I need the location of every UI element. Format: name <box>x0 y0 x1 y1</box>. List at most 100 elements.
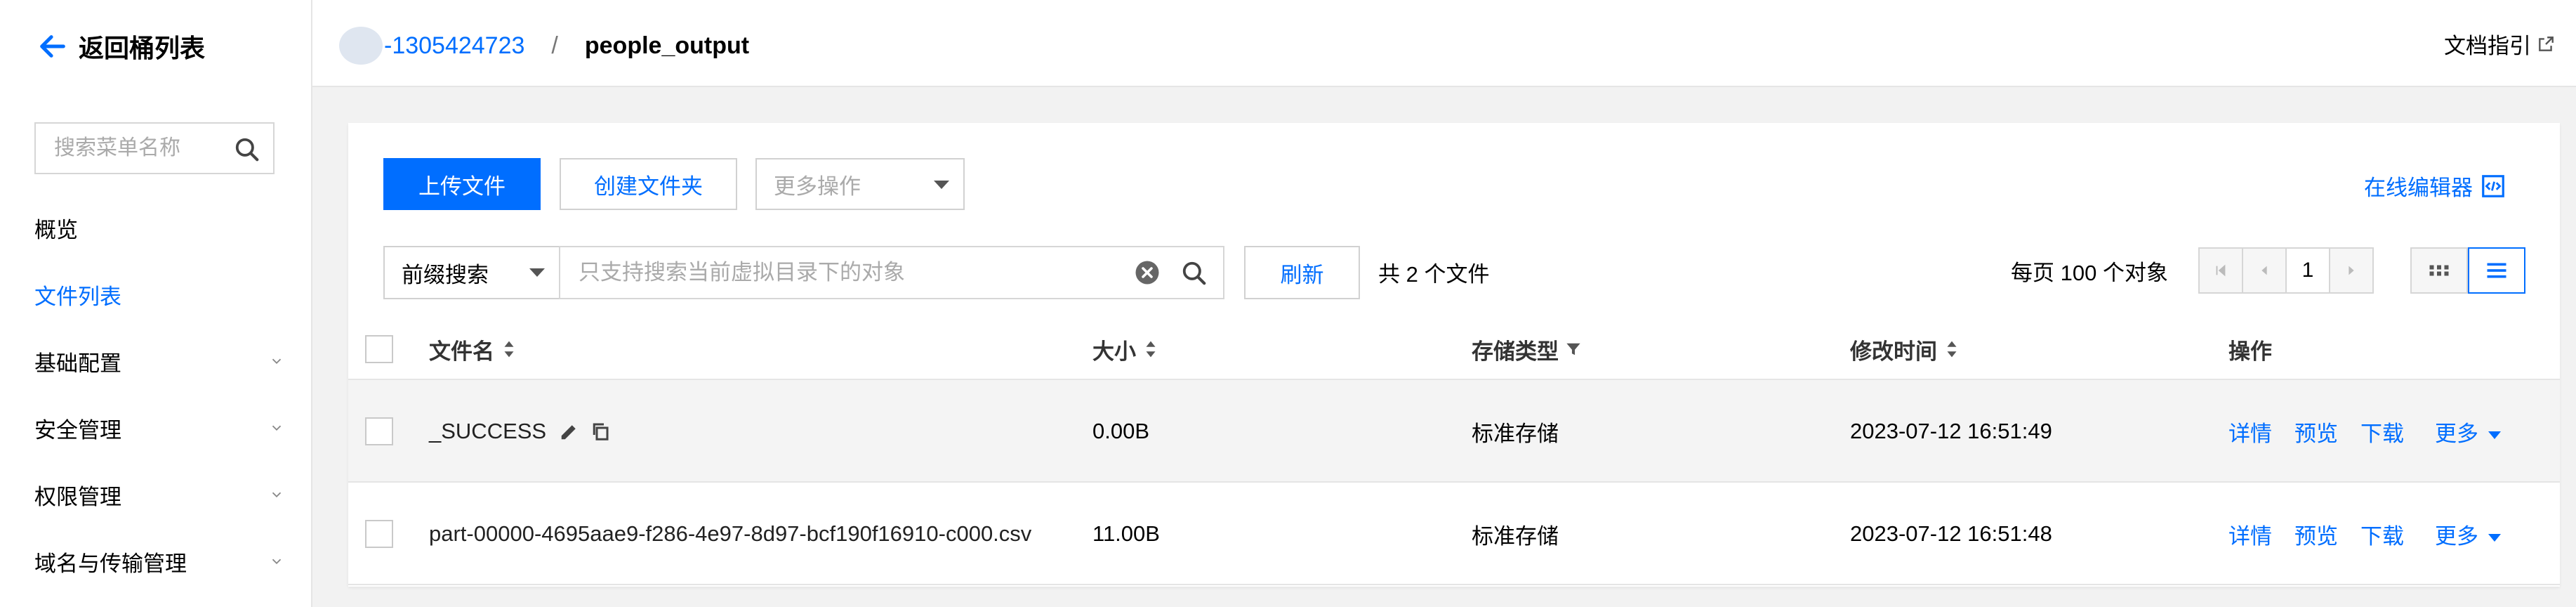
menu-search-input[interactable] <box>53 136 231 161</box>
search-mode-dropdown[interactable]: 前缀搜索 <box>383 246 560 299</box>
prev-page-button[interactable] <box>2243 249 2287 292</box>
column-header-label: 文件名 <box>429 339 494 364</box>
clear-icon[interactable] <box>1135 260 1160 285</box>
sidebar-item-label: 文件列表 <box>34 284 121 309</box>
column-header-storage[interactable]: 存储类型 <box>1472 318 1581 380</box>
online-editor-link[interactable]: 在线编辑器 <box>2364 170 2506 202</box>
grid-view-button[interactable] <box>2410 247 2468 294</box>
search-mode-label: 前缀搜索 <box>402 262 489 287</box>
copy-icon[interactable] <box>590 421 611 442</box>
file-name[interactable]: part-00000-4695aae9-f286-4e97-8d97-bcf19… <box>429 521 1031 547</box>
first-page-icon <box>2216 264 2226 277</box>
next-page-button[interactable] <box>2329 249 2372 292</box>
sort-icon <box>504 341 514 358</box>
file-name-cell: part-00000-4695aae9-f286-4e97-8d97-bcf19… <box>429 483 1031 585</box>
sidebar-item-permissions[interactable]: 权限管理 <box>34 474 284 516</box>
sidebar-item-label: 基础配置 <box>34 351 121 376</box>
sidebar-item-file-list[interactable]: 文件列表 <box>34 273 284 315</box>
back-to-bucket-list-button[interactable]: 返回桶列表 <box>37 28 205 65</box>
breadcrumb-bucket-link[interactable]: -1305424723 <box>384 32 524 60</box>
table-row[interactable]: part-00000-4695aae9-f286-4e97-8d97-bcf19… <box>348 483 2560 585</box>
filter-icon <box>1566 343 1580 355</box>
modified-time-cell: 2023-07-12 16:51:48 <box>1850 521 2052 546</box>
search-icon[interactable] <box>234 136 260 163</box>
pagination: 1 <box>2198 247 2374 294</box>
column-header-name[interactable]: 文件名 <box>429 318 517 380</box>
more-actions-link[interactable]: 更多 <box>2435 416 2501 448</box>
sidebar-item-label: 安全管理 <box>34 417 121 443</box>
chevron-down-icon <box>934 181 949 189</box>
chevron-down-icon <box>2488 431 2501 439</box>
back-label: 返回桶列表 <box>79 34 206 63</box>
select-all-checkbox[interactable] <box>365 335 393 363</box>
more-label: 更多 <box>2435 421 2478 446</box>
detail-link[interactable]: 详情 <box>2228 518 2272 550</box>
more-actions-link[interactable]: 更多 <box>2435 518 2501 550</box>
breadcrumb-current: people_output <box>584 32 750 59</box>
sidebar-item-overview[interactable]: 概览 <box>34 207 284 249</box>
detail-link[interactable]: 详情 <box>2228 416 2272 448</box>
more-actions-dropdown[interactable]: 更多操作 <box>755 158 965 210</box>
sidebar: 返回桶列表 概览 文件列表 基础配置 安全管理 权限管理 域名与传输管理 <box>0 0 312 607</box>
table-row[interactable]: _SUCCESS 0.00B 标准存储 2023-07-12 16:51:49 … <box>348 380 2560 483</box>
upload-file-button[interactable]: 上传文件 <box>383 158 541 210</box>
create-folder-button[interactable]: 创建文件夹 <box>560 158 737 210</box>
current-page-number[interactable]: 1 <box>2287 249 2329 292</box>
file-size-cell: 0.00B <box>1092 419 1150 443</box>
doc-guide-label: 文档指引 <box>2444 34 2531 58</box>
chevron-down-icon <box>2488 533 2501 542</box>
storage-class-cell: 标准存储 <box>1472 523 1559 549</box>
code-editor-icon <box>2482 174 2504 197</box>
column-header-label: 操作 <box>2228 339 2272 364</box>
file-name-cell: _SUCCESS <box>429 380 611 483</box>
object-search-box <box>559 246 1224 299</box>
sort-icon <box>1146 341 1156 358</box>
list-view-icon <box>2487 263 2506 278</box>
file-size-cell: 11.00B <box>1092 521 1160 546</box>
more-label: 更多 <box>2435 523 2478 549</box>
column-header-label: 修改时间 <box>1850 339 1937 364</box>
edit-icon[interactable] <box>559 421 580 442</box>
menu-search-box <box>34 122 275 174</box>
row-checkbox[interactable] <box>365 520 393 548</box>
chevron-down-icon <box>529 268 545 277</box>
more-actions-label: 更多操作 <box>774 174 861 199</box>
preview-link[interactable]: 预览 <box>2294 416 2338 448</box>
modified-time-cell: 2023-07-12 16:51:49 <box>1850 419 2052 443</box>
arrow-left-icon <box>40 35 65 58</box>
object-search-input[interactable] <box>577 259 1114 286</box>
sidebar-item-basic-config[interactable]: 基础配置 <box>34 340 284 382</box>
online-editor-label: 在线编辑器 <box>2364 176 2473 200</box>
download-link[interactable]: 下载 <box>2360 518 2404 550</box>
row-checkbox[interactable] <box>365 417 393 445</box>
sidebar-item-domain-transfer[interactable]: 域名与传输管理 <box>34 540 284 582</box>
preview-link[interactable]: 预览 <box>2294 518 2338 550</box>
download-link[interactable]: 下载 <box>2360 416 2404 448</box>
next-page-icon <box>2349 266 2354 275</box>
breadcrumb: -1305424723 / people_output <box>339 27 749 65</box>
file-name[interactable]: _SUCCESS <box>429 419 546 444</box>
file-count: 共 2 个文件 <box>1378 262 1490 287</box>
first-page-button[interactable] <box>2200 249 2243 292</box>
column-header-label: 大小 <box>1092 339 1136 364</box>
row-actions: 详情 预览 下载 更多 <box>2228 483 2501 585</box>
per-page-selector[interactable]: 每页 100 个对象 <box>2011 255 2168 287</box>
sidebar-item-label: 权限管理 <box>34 484 121 509</box>
doc-guide-link[interactable]: 文档指引 <box>2444 28 2555 60</box>
column-header-label: 存储类型 <box>1472 339 1559 364</box>
grid-view-icon <box>2429 265 2449 276</box>
prev-page-icon <box>2261 266 2267 275</box>
column-header-modified[interactable]: 修改时间 <box>1850 318 1960 380</box>
sidebar-item-security[interactable]: 安全管理 <box>34 407 284 449</box>
external-link-icon <box>2539 36 2554 51</box>
chevron-down-icon <box>272 425 282 431</box>
table-header: 文件名 大小 存储类型 修改时间 操作 <box>348 318 2560 380</box>
breadcrumb-separator: / <box>551 32 558 59</box>
column-header-size[interactable]: 大小 <box>1092 318 1158 380</box>
refresh-button[interactable]: 刷新 <box>1244 246 1360 299</box>
top-bar: -1305424723 / people_output 文档指引 <box>312 0 2576 87</box>
list-view-button[interactable] <box>2468 247 2525 294</box>
search-icon[interactable] <box>1181 260 1208 287</box>
chevron-down-icon <box>272 358 282 365</box>
chevron-down-icon <box>272 492 282 498</box>
